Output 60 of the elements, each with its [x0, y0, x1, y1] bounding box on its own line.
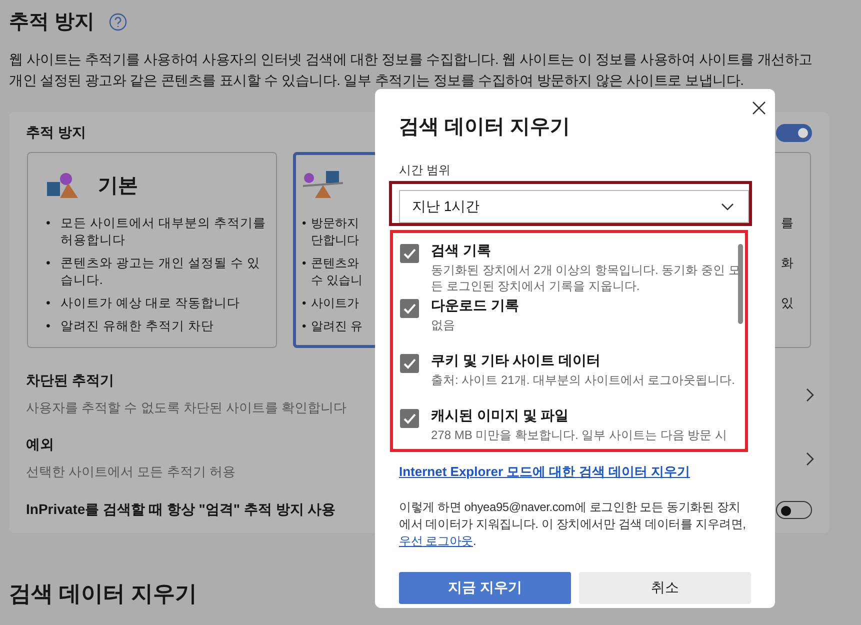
- checkbox[interactable]: [400, 354, 419, 373]
- bullet-text: 사이트가 예상 대로 작동합니다: [60, 295, 240, 312]
- checkbox[interactable]: [400, 409, 419, 428]
- setting-description: 선택한 사이트에서 모든 추적기 허용: [26, 463, 236, 481]
- chevron-down-icon: [721, 202, 734, 210]
- time-range-dropdown[interactable]: 지난 1시간: [399, 190, 749, 223]
- setting-title: 예외: [26, 436, 55, 454]
- option-card[interactable]: 기본 • 모든 사이트에서 대부분의 추적기를 허용합니다 • 콘텐츠와 광고는 개인 설정될 수 있습니다. • 사이트가 예상 대로 작동합니다 • 알려진 유해한 추적기 차단: [27, 152, 277, 348]
- bullet-text: 콘텐츠와: [311, 255, 360, 272]
- bullet-text: 사이트가: [311, 295, 360, 312]
- field-label: 시간 범위: [399, 162, 452, 179]
- clear-now-button[interactable]: 지금 지우기: [399, 572, 571, 604]
- balance-icon: [302, 170, 344, 200]
- scrollbar[interactable]: [738, 244, 743, 324]
- help-icon[interactable]: [108, 12, 127, 30]
- checkbox[interactable]: [400, 244, 419, 263]
- sync-note: 이렇게 하면 ohyea95@naver.com에 로그인한 모든 동기화된 장치에서 데이터가 지워집니다. 이 장치에서만 검색 데이터를 지우려면, 우선 로그아웃.: [399, 499, 747, 550]
- item-description: 없음: [431, 317, 456, 333]
- bullet-text: 알려진 유해한 추적기 차단: [60, 318, 214, 335]
- bullet-marker: •: [46, 215, 50, 232]
- checkbox[interactable]: [400, 299, 419, 318]
- bullet-marker: •: [46, 255, 50, 272]
- checkbox-label: 쿠키 및 기타 사이트 데이터: [431, 352, 602, 370]
- shapes-icon: [46, 171, 80, 199]
- bullet-text: 있: [781, 295, 794, 312]
- chevron-right-icon[interactable]: [806, 452, 814, 466]
- ie-mode-link[interactable]: Internet Explorer 모드에 대한 검색 데이터 지우기: [399, 463, 690, 481]
- cancel-button[interactable]: 취소: [579, 572, 751, 604]
- checkbox-label: 다운로드 기록: [431, 297, 519, 315]
- setting-title: 차단된 추적기: [26, 372, 115, 390]
- checkbox-label: 캐시된 이미지 및 파일: [431, 407, 570, 425]
- card-title: 기본: [98, 174, 138, 198]
- bullet-text: 콘텐츠와 광고는 개인 설정될 수 있습니다.: [60, 255, 261, 289]
- page-title: 추적 방지: [9, 10, 95, 35]
- bullet-marker: •: [46, 318, 50, 335]
- bullet-text: 를: [781, 215, 794, 232]
- section-heading: 검색 데이터 지우기: [9, 580, 198, 608]
- bullet-text: 방문하지: [311, 215, 360, 232]
- sign-out-link[interactable]: 우선 로그아웃: [399, 534, 473, 548]
- setting-description: 사용자를 추적할 수 없도록 차단된 사이트를 확인합니다: [26, 399, 347, 417]
- item-description: 출처: 사이트 21개. 대부분의 사이트에서 로그아웃됩니다.: [431, 372, 736, 388]
- toggle-switch[interactable]: [776, 124, 812, 142]
- intro-paragraph: 웹 사이트는 추적기를 사용하여 사용자의 인터넷 검색에 대한 정보를 수집합니다. 웹 사이트는 이 정보를 사용하여 사이트를 개선하고 개인 설정된 광고와 같은 콘텐츠를 표시할 수 있습니다. 일부 추적기는 정보를 수집하여 방문하지 않은 사이트로 보냅니다.: [9, 51, 814, 90]
- bullet-marker: •: [302, 295, 306, 312]
- toggle-switch[interactable]: [776, 501, 812, 519]
- chevron-right-icon[interactable]: [806, 388, 814, 402]
- bullet-text: 모든 사이트에서 대부분의 추적기를 허용합니다: [60, 215, 266, 249]
- section-title: 추적 방지: [26, 124, 86, 142]
- bullet-text: 화: [781, 255, 794, 272]
- bullet-marker: •: [46, 295, 50, 312]
- bullet-marker: •: [302, 215, 306, 232]
- setting-title: InPrivate를 검색할 때 항상 "엄격" 추적 방지 사용: [26, 501, 336, 519]
- bullet-marker: •: [302, 255, 306, 272]
- bullet-marker: •: [302, 318, 306, 335]
- item-description: 278 MB 미만을 확보합니다. 일부 사이트는 다음 방문 시: [431, 427, 728, 443]
- bullet-text: 수 있습니: [311, 272, 363, 289]
- checkbox-label: 검색 기록: [431, 242, 492, 260]
- dialog-title: 검색 데이터 지우기: [399, 115, 570, 140]
- bullet-text: 알려진 유: [311, 318, 363, 335]
- bullet-text: 단합니다: [311, 232, 360, 249]
